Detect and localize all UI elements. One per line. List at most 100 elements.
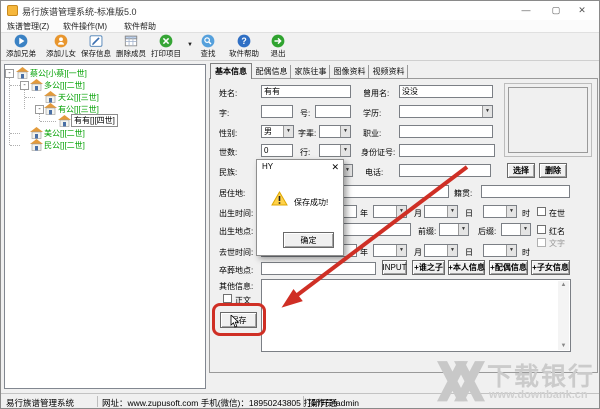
birth-day-select[interactable]: ▼: [424, 205, 458, 218]
toolbar-label: 保存信息: [81, 48, 111, 59]
chevron-down-icon[interactable]: ▼: [458, 224, 468, 235]
gender-select[interactable]: 男▼: [261, 125, 294, 138]
tab-video-materials[interactable]: 视频资料: [370, 65, 408, 78]
birth-hour-select[interactable]: ▼: [483, 205, 517, 218]
add-brother-button[interactable]: 添加兄弟: [2, 34, 40, 61]
print-project-button[interactable]: 打印项目: [147, 34, 185, 61]
delete-member-button[interactable]: 删除成员: [112, 34, 150, 61]
native-place-input[interactable]: [481, 185, 570, 198]
prefix-select[interactable]: ▼: [439, 223, 469, 236]
burial-place-input[interactable]: [261, 262, 376, 275]
tab-spouse-info[interactable]: 配偶信息: [253, 65, 291, 78]
chevron-down-icon[interactable]: ▼: [447, 245, 457, 256]
education-label: 学历:: [363, 108, 381, 119]
dialog-message: 保存成功!: [294, 197, 328, 208]
other-info-textarea[interactable]: ▲ ▼: [261, 279, 571, 352]
id-number-input[interactable]: [399, 144, 495, 157]
menu-item-help[interactable]: 软件帮助: [124, 21, 156, 32]
suffix-select[interactable]: ▼: [501, 223, 531, 236]
children-info-button[interactable]: +子女信息: [531, 260, 570, 275]
add-child-button[interactable]: 添加儿女: [42, 34, 80, 61]
scroll-up-icon[interactable]: ▲: [559, 282, 568, 288]
name-input[interactable]: 有有: [261, 85, 351, 98]
menu-bar: 族谱管理(Z) 软件操作(M) 软件帮助: [1, 20, 599, 32]
tab-family-stories[interactable]: 家族往事: [292, 65, 330, 78]
tree-connector: [10, 133, 20, 134]
tree-item-gen2-c[interactable]: 民公[][二世]: [44, 140, 85, 151]
chevron-down-icon[interactable]: ▼: [396, 245, 406, 256]
scroll-down-icon[interactable]: ▼: [559, 343, 568, 349]
photo-delete-button[interactable]: 删除: [539, 163, 567, 178]
generation-no-label: 世数:: [219, 147, 237, 158]
menu-item-genealogy[interactable]: 族谱管理(Z): [7, 21, 49, 32]
dialog-ok-button[interactable]: 确定: [283, 232, 334, 248]
find-button[interactable]: 查找: [195, 34, 221, 61]
tree-expand-toggle[interactable]: -: [5, 69, 14, 78]
alias-input[interactable]: [315, 105, 351, 118]
find-icon: [201, 34, 215, 48]
occupation-input[interactable]: [399, 125, 493, 138]
chevron-down-icon[interactable]: ▼: [482, 106, 492, 117]
spouse-info-button[interactable]: +配偶信息: [489, 260, 528, 275]
house-icon: [44, 91, 57, 103]
toolbar-label: 添加兄弟: [6, 48, 36, 59]
tree-item-gen1[interactable]: 蔡公[小蔡][一世]: [30, 68, 87, 79]
generation-name-select[interactable]: ▼: [319, 125, 351, 138]
photo-choose-button[interactable]: 选择: [507, 163, 535, 178]
toolbar-label: 退出: [271, 48, 286, 59]
former-name-input[interactable]: 没没: [399, 85, 493, 98]
status-operator: 操作员:admin: [308, 397, 359, 409]
tree-item-gen2-b[interactable]: 美公[][二世]: [44, 128, 85, 139]
month-unit-label: 月: [414, 208, 422, 219]
chevron-down-icon[interactable]: ▼: [340, 145, 350, 156]
whose-son-button[interactable]: +谁之子: [412, 260, 445, 275]
close-button[interactable]: ✕: [571, 1, 593, 20]
tab-image-materials[interactable]: 图像资料: [331, 65, 369, 78]
delete-member-icon: [124, 34, 138, 48]
tab-basic-info[interactable]: 基本信息: [210, 63, 252, 79]
tree-item-selected[interactable]: 有有[][四世]: [71, 114, 118, 127]
tree-item-gen2-a[interactable]: 多公[][二世]: [44, 80, 85, 91]
chevron-down-icon[interactable]: ▼: [506, 245, 516, 256]
chevron-down-icon[interactable]: ▼: [447, 206, 457, 217]
birth-month-select[interactable]: ▼: [373, 205, 407, 218]
text-label: 文字: [549, 238, 565, 249]
software-help-button[interactable]: ? 软件帮助: [225, 34, 263, 61]
phone-input[interactable]: [399, 164, 491, 177]
tree-connector: [39, 114, 40, 121]
chevron-down-icon[interactable]: ▼: [520, 224, 530, 235]
chevron-down-icon[interactable]: ▼: [283, 126, 293, 137]
generation-no-input[interactable]: 0: [261, 144, 293, 157]
education-select[interactable]: ▼: [399, 105, 493, 118]
text-checkbox[interactable]: [537, 238, 546, 247]
chevron-down-icon[interactable]: ▼: [340, 126, 350, 137]
chevron-down-icon[interactable]: ▼: [396, 206, 406, 217]
minimize-button[interactable]: —: [515, 1, 537, 20]
warning-icon: [271, 191, 288, 206]
death-time-label: 去世时间:: [219, 247, 253, 258]
body-text-checkbox[interactable]: [223, 294, 232, 303]
maximize-button[interactable]: ▢: [545, 1, 567, 20]
suffix-label: 后缀:: [478, 226, 496, 237]
exit-button[interactable]: 退出: [265, 34, 291, 61]
dialog-close-icon[interactable]: ✕: [331, 162, 339, 173]
tree-expand-toggle[interactable]: -: [35, 105, 44, 114]
scrollbar[interactable]: ▲ ▼: [558, 281, 569, 350]
sibling-rank-select[interactable]: ▼: [319, 144, 351, 157]
former-name-label: 曾用名:: [363, 88, 389, 99]
tree-item-gen3-a[interactable]: 天公[][三世]: [58, 92, 99, 103]
death-hour-select[interactable]: ▼: [483, 244, 517, 257]
menu-item-operations[interactable]: 软件操作(M): [63, 21, 107, 32]
save-info-button[interactable]: 保存信息: [77, 34, 115, 61]
death-month-select[interactable]: ▼: [373, 244, 407, 257]
self-info-button[interactable]: +本人信息: [448, 260, 485, 275]
courtesy-input[interactable]: [261, 105, 293, 118]
tree-expand-toggle[interactable]: -: [20, 81, 29, 90]
house-icon: [30, 79, 43, 91]
red-name-checkbox[interactable]: [537, 225, 546, 234]
input-button[interactable]: INPUT: [382, 260, 407, 275]
death-day-select[interactable]: ▼: [424, 244, 458, 257]
alive-checkbox[interactable]: [537, 207, 546, 216]
chevron-down-icon[interactable]: ▼: [506, 206, 516, 217]
print-dropdown-caret[interactable]: ▼: [187, 42, 193, 48]
